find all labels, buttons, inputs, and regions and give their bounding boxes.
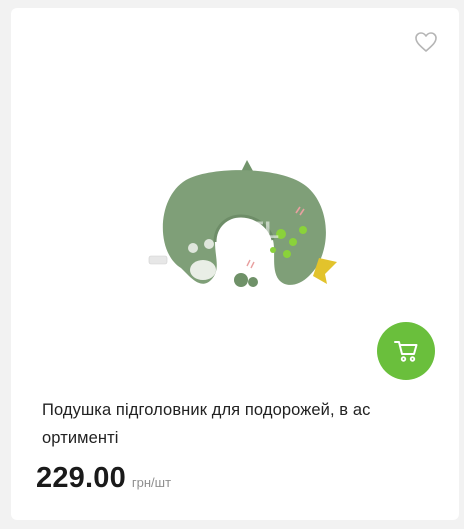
watermark-text: ITEL <box>227 217 279 244</box>
product-image[interactable]: ITEL <box>141 158 341 308</box>
add-to-cart-button[interactable] <box>377 322 435 380</box>
price-row: 229.00 грн/шт <box>36 462 171 495</box>
price-unit: грн/шт <box>131 475 172 490</box>
product-title[interactable]: Подушка підголовник для подорожей, в ас … <box>42 396 422 452</box>
favorite-button[interactable] <box>414 31 438 53</box>
shopping-cart-icon <box>394 341 418 362</box>
neck-pillow-illustration: ITEL <box>148 160 337 287</box>
heart-outline-icon <box>415 32 437 52</box>
product-card[interactable]: ITEL Подушка підголовник для подорожей, … <box>11 8 459 520</box>
product-price: 229.00 <box>36 462 126 494</box>
